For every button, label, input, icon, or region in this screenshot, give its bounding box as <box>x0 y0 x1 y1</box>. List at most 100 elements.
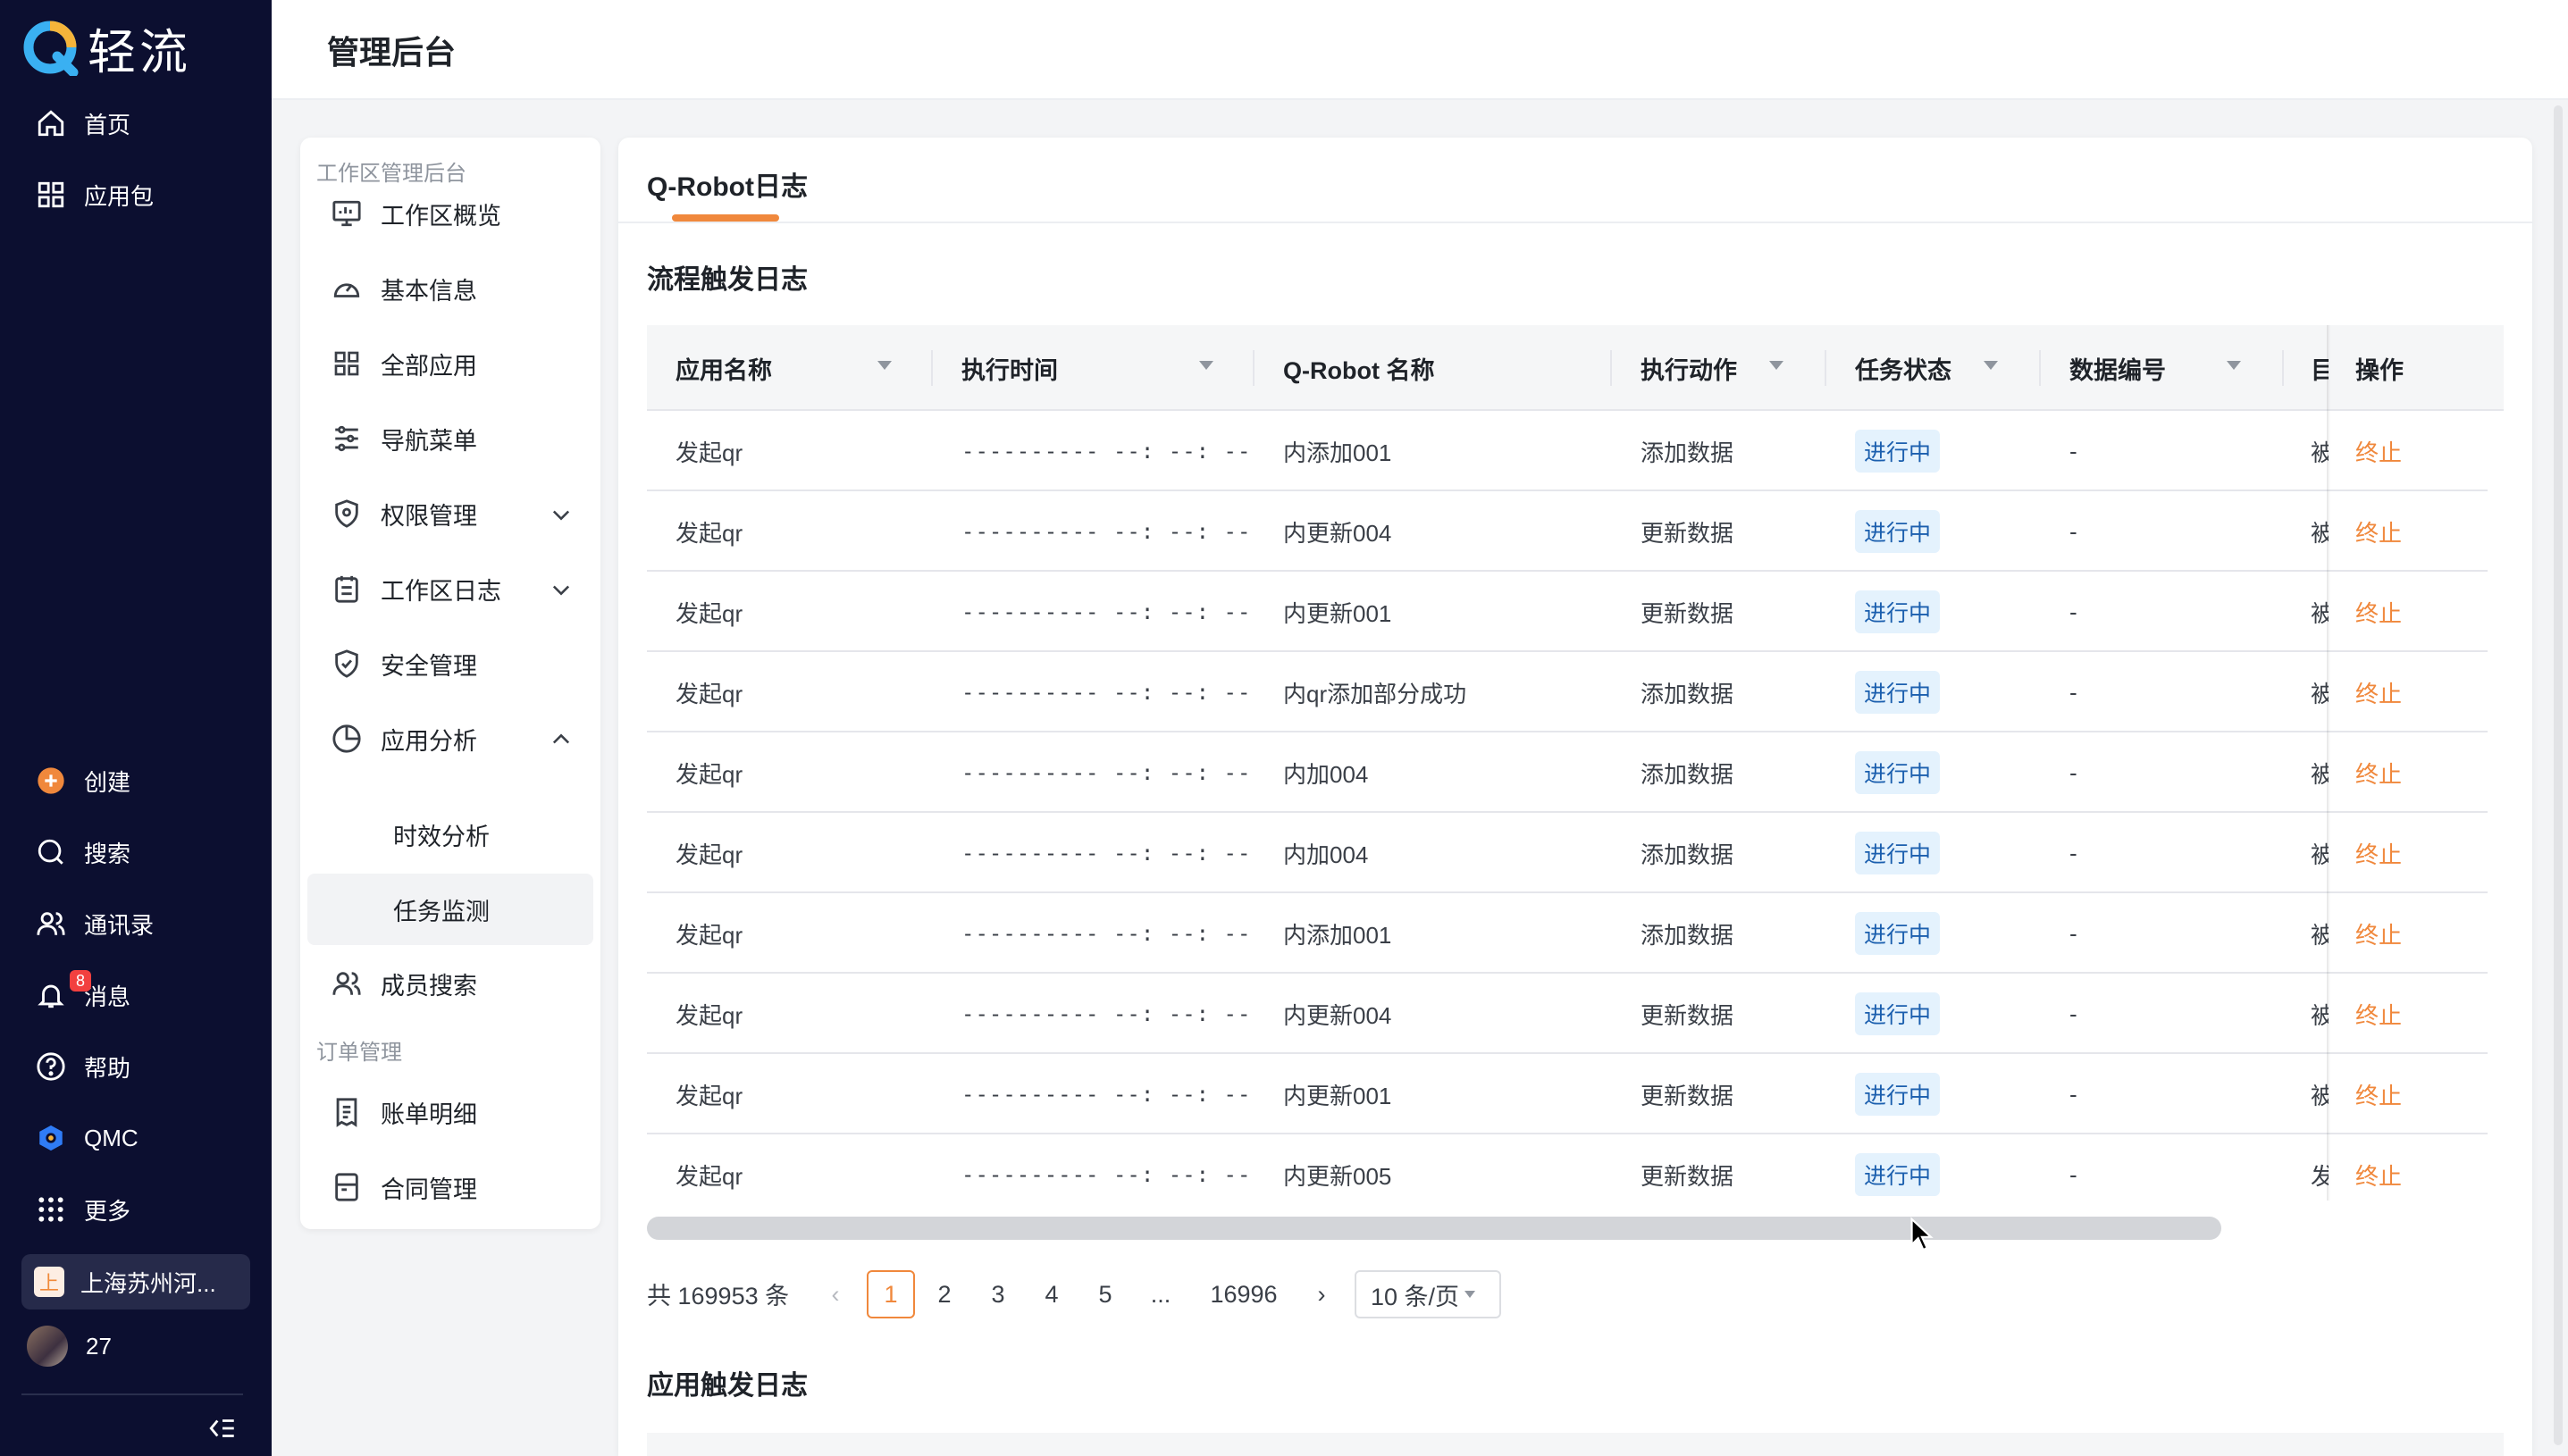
collapse-sidebar-icon[interactable] <box>207 1413 238 1443</box>
nav-item-home[interactable]: 首页 <box>34 96 130 150</box>
terminate-link-label[interactable]: 终止 <box>2355 515 2402 548</box>
shield-lock-icon <box>331 498 363 530</box>
cell-data-number: - <box>2069 652 2077 732</box>
nav-item-contacts[interactable]: 通讯录 <box>34 897 154 950</box>
last-page-button[interactable]: 16996 <box>1199 1270 1288 1318</box>
tab-q-robot-log[interactable]: Q-Robot日志 <box>647 164 808 204</box>
terminate-link[interactable]: 终止 <box>2355 1134 2402 1201</box>
pagination-ellipsis[interactable]: ... <box>1137 1270 1185 1318</box>
cell-robot-name: 内添加001 <box>1283 411 1391 491</box>
table-row: 发起qr ---------- --: --: -- 内更新004 更新数据 进行中 - 被… <box>647 974 2488 1054</box>
sidebar-item-workspace-logs[interactable]: 工作区日志 <box>331 561 586 616</box>
terminate-link[interactable]: 终止 <box>2355 893 2402 974</box>
column-header-label: 应用名称 <box>676 356 772 384</box>
sidebar-item-bill-details[interactable]: 账单明细 <box>331 1084 586 1140</box>
sidebar-subitem-timeliness[interactable]: 时效分析 <box>307 799 593 870</box>
scrollbar-thumb[interactable] <box>2554 105 2563 1445</box>
terminate-link[interactable]: 终止 <box>2355 813 2402 893</box>
terminate-link-label[interactable]: 终止 <box>2355 757 2402 790</box>
sidebar-subitem-task-monitor[interactable]: 任务监测 <box>307 874 593 945</box>
terminate-link-label[interactable]: 终止 <box>2355 917 2402 950</box>
sidebar-item-nav-menu[interactable]: 导航菜单 <box>331 411 586 466</box>
terminate-link-label[interactable]: 终止 <box>2355 1078 2402 1111</box>
nav-item-qmc[interactable]: QMC <box>34 1111 138 1165</box>
column-separator[interactable] <box>2039 350 2041 386</box>
sidebar-item-security[interactable]: 安全管理 <box>331 636 586 691</box>
page-2-button[interactable]: 2 <box>920 1270 969 1318</box>
page-3-button[interactable]: 3 <box>974 1270 1022 1318</box>
sidebar-item-contracts[interactable]: 合同管理 <box>331 1159 586 1215</box>
page-vertical-scrollbar[interactable] <box>2554 105 2563 1445</box>
cell-text: 发起qr <box>676 921 743 949</box>
terminate-link[interactable]: 终止 <box>2355 974 2402 1054</box>
terminate-link-label[interactable]: 终止 <box>2355 998 2402 1031</box>
column-separator[interactable] <box>2282 350 2284 386</box>
terminate-link[interactable]: 终止 <box>2355 491 2402 572</box>
user-profile[interactable]: 27 <box>27 1326 112 1367</box>
page-1-button[interactable]: 1 <box>867 1270 915 1318</box>
terminate-link-label[interactable]: 终止 <box>2355 1159 2402 1192</box>
sidebar-item-label: 全部应用 <box>381 352 477 380</box>
page-4-button[interactable]: 4 <box>1028 1270 1076 1318</box>
cell-text: 被 <box>2311 599 2329 627</box>
terminate-link-label[interactable]: 终止 <box>2355 435 2402 468</box>
cell-text: 发起qr <box>676 599 743 627</box>
column-separator[interactable] <box>931 350 933 386</box>
sidebar-item-label: 工作区日志 <box>381 577 501 605</box>
column-separator[interactable] <box>1825 350 1826 386</box>
nav-item-messages[interactable]: 8 消息 <box>34 968 130 1022</box>
terminate-link[interactable]: 终止 <box>2355 1054 2402 1134</box>
cell-text: 内加004 <box>1283 841 1369 868</box>
nav-item-app-packages[interactable]: 应用包 <box>34 168 154 222</box>
page-size-select[interactable]: 10 条/页 <box>1355 1270 1501 1318</box>
terminate-link-label[interactable]: 终止 <box>2355 837 2402 870</box>
sidebar-item-member-search[interactable]: 成员搜索 <box>331 956 586 1011</box>
cell-text: 被 <box>2311 841 2329 868</box>
cell-robot-name: 内更新001 <box>1283 1054 1391 1134</box>
scrollbar-thumb[interactable] <box>647 1217 2221 1240</box>
terminate-link[interactable]: 终止 <box>2355 732 2402 813</box>
home-icon <box>34 106 68 140</box>
terminate-link-label[interactable]: 终止 <box>2355 596 2402 629</box>
cell-status: 进行中 <box>1855 652 1941 732</box>
cell-text: ---------- --: --: -- <box>961 841 1252 866</box>
terminate-link-label[interactable]: 终止 <box>2355 676 2402 709</box>
next-page-button[interactable]: › <box>1297 1270 1346 1318</box>
sidebar-item-workspace-overview[interactable]: 工作区概览 <box>331 186 586 241</box>
terminate-link[interactable]: 终止 <box>2355 572 2402 652</box>
sidebar-subitem-label: 任务监测 <box>393 898 490 925</box>
column-separator[interactable] <box>1610 350 1612 386</box>
prev-page-button[interactable]: ‹ <box>811 1270 860 1318</box>
cell-exec-time: ---------- --: --: -- <box>961 1054 1251 1134</box>
cell-exec-time: ---------- --: --: -- <box>961 813 1251 893</box>
nav-item-create[interactable]: 创建 <box>34 754 130 807</box>
sort-caret-icon <box>1984 361 1998 370</box>
sidebar-item-basic-info[interactable]: 基本信息 <box>331 261 586 316</box>
sidebar-item-label: 工作区概览 <box>381 202 501 230</box>
sliders-icon <box>331 423 363 455</box>
terminate-link[interactable]: 终止 <box>2355 652 2402 732</box>
sidebar-item-permissions[interactable]: 权限管理 <box>331 486 586 541</box>
nav-item-more[interactable]: 更多 <box>34 1183 130 1236</box>
cell-exec-time: ---------- --: --: -- <box>961 974 1251 1054</box>
column-separator[interactable] <box>1253 350 1255 386</box>
sidebar-item-app-analysis[interactable]: 应用分析 <box>331 711 586 766</box>
page-5-button[interactable]: 5 <box>1081 1270 1129 1318</box>
message-count-badge: 8 <box>70 970 91 992</box>
nav-item-search[interactable]: 搜索 <box>34 825 130 879</box>
chevron-down-icon <box>552 510 570 521</box>
nav-item-help[interactable]: 帮助 <box>34 1040 130 1093</box>
table-horizontal-scrollbar[interactable] <box>647 1211 2488 1242</box>
cell-truncated: 被 <box>2311 572 2329 652</box>
cell-data-number: - <box>2069 893 2077 974</box>
sidebar-item-label: 安全管理 <box>381 652 477 680</box>
cell-robot-name: 内更新004 <box>1283 491 1391 572</box>
sidebar-item-all-apps[interactable]: 全部应用 <box>331 336 586 391</box>
cell-action: 添加数据 <box>1641 732 1733 813</box>
workspace-switcher[interactable]: 上 上海苏州河... <box>21 1254 250 1310</box>
terminate-link[interactable]: 终止 <box>2355 411 2402 491</box>
logo[interactable]: 轻流 <box>23 13 191 83</box>
cell-robot-name: 内更新004 <box>1283 974 1391 1054</box>
cell-status: 进行中 <box>1855 732 1941 813</box>
nav-item-label: QMC <box>84 1124 138 1151</box>
